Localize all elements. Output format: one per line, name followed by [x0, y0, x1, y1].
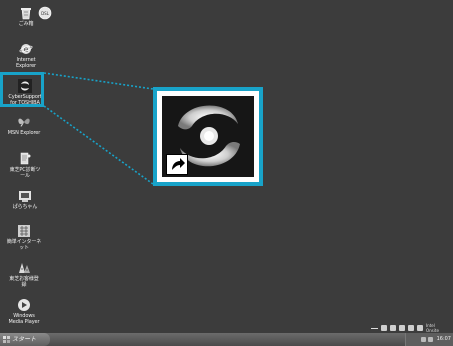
minus-icon[interactable]	[371, 327, 378, 329]
desktop-icon-media-player[interactable]: Windows Media Player	[0, 298, 48, 325]
desktop-icon-label: 東芝PC診断ツ ール	[9, 167, 41, 179]
tray-label: Intel Onsite	[426, 323, 439, 333]
magnified-icon-callout	[153, 87, 263, 186]
media-player-icon	[18, 299, 30, 311]
ime-icon[interactable]	[427, 337, 433, 342]
system-tray: 16:07	[405, 333, 453, 346]
speaker-icon[interactable]	[420, 337, 426, 342]
windows-flag-icon	[3, 336, 10, 343]
desktop-icon-internet-connection[interactable]: DSL	[21, 6, 69, 20]
start-button[interactable]: スタート	[0, 333, 50, 346]
desktop-icon-label: ぱらちゃん	[12, 204, 38, 210]
desktop-icon-easy-internet[interactable]: 簡単インターネ ット	[0, 224, 48, 251]
monitor-icon[interactable]	[417, 325, 423, 331]
pin-icon[interactable]	[381, 325, 387, 331]
magnified-icon-background	[162, 96, 254, 177]
desktop-icon-pc-diagnostic[interactable]: 東芝PC診断ツ ール	[1, 152, 49, 179]
network-icon[interactable]	[390, 325, 396, 331]
internet-explorer-icon: e	[19, 44, 33, 54]
shortcut-arrow-icon	[166, 154, 188, 175]
notification-strip: Intel Onsite	[371, 323, 453, 333]
parachan-icon	[19, 191, 31, 202]
internet-connection-icon: DSL	[38, 6, 52, 20]
desktop-icon-label: Windows Media Player	[8, 313, 40, 325]
desktop: ごみ箱 DSL e Internet Explorer CyberSupport…	[0, 0, 453, 346]
msn-butterfly-icon	[18, 118, 30, 127]
desktop-icon-msn-explorer[interactable]: MSN Explorer	[0, 115, 48, 136]
pc-diagnostic-icon	[20, 152, 31, 165]
desktop-icon-label: 東芝お客様登 録	[9, 276, 39, 288]
customer-registration-icon	[19, 263, 30, 273]
power-icon[interactable]	[408, 325, 414, 331]
desktop-icon-internet-explorer[interactable]: e Internet Explorer	[2, 42, 50, 69]
desktop-icon-label: ごみ箱	[18, 21, 34, 27]
start-label: スタート	[12, 336, 37, 343]
desktop-icon-label: Internet Explorer	[15, 57, 37, 69]
clock[interactable]: 16:07	[437, 333, 451, 346]
desktop-icon-label: MSN Explorer	[7, 130, 41, 136]
desktop-icon-customer-registration[interactable]: 東芝お客様登 録	[0, 261, 48, 288]
icon-highlight-frame	[0, 72, 44, 107]
easy-internet-icon	[18, 225, 30, 237]
taskbar: スタート 16:07	[0, 333, 453, 346]
display-icon[interactable]	[399, 325, 405, 331]
svg-text:DSL: DSL	[41, 11, 50, 16]
desktop-icon-parachan[interactable]: ぱらちゃん	[1, 189, 49, 210]
desktop-icon-label: 簡単インターネ ット	[6, 239, 42, 251]
